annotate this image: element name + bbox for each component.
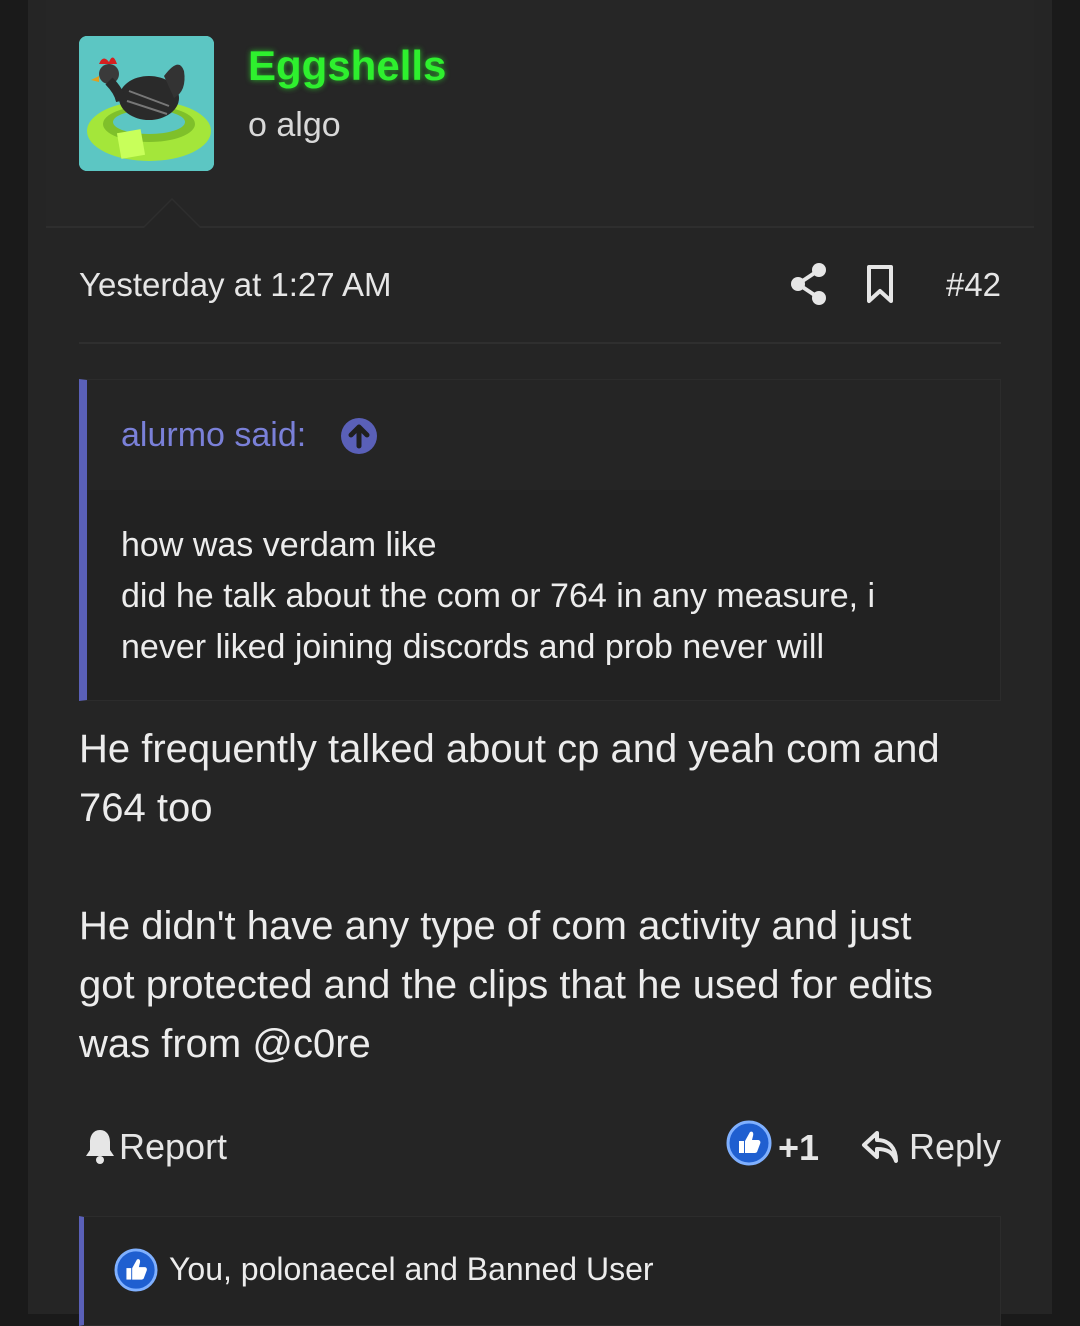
quote-author[interactable]: alurmo said: [121, 416, 306, 455]
thumbs-up-icon [114, 1248, 158, 1292]
quote-body: how was verdam like did he talk about th… [121, 520, 981, 673]
report-button[interactable]: Report [85, 1126, 227, 1168]
user-title: o algo [248, 106, 341, 144]
reply-button[interactable]: Reply [861, 1126, 1001, 1168]
like-count[interactable]: +1 [778, 1127, 819, 1169]
message-line: got protected and the clips that he used… [79, 963, 933, 1007]
report-label: Report [119, 1126, 228, 1167]
post-user-header: Eggshells o algo [46, 0, 1034, 228]
quote-line: did he talk about the com or 764 in any … [121, 577, 876, 615]
avatar-image [79, 36, 214, 171]
bookmark-icon[interactable] [865, 264, 895, 304]
message-line: He frequently talked about cp and yeah c… [79, 727, 940, 771]
reply-label: Reply [908, 1126, 1001, 1167]
message-line: 764 too [79, 786, 213, 830]
reactions-list[interactable]: You, polonaecel and Banned User [169, 1251, 654, 1288]
bell-icon [85, 1128, 115, 1164]
reactions-bar[interactable]: You, polonaecel and Banned User [79, 1216, 1001, 1326]
reply-icon [861, 1130, 899, 1164]
meta-divider [79, 342, 1001, 344]
quote-block: alurmo said: how was verdam like did he … [79, 379, 1001, 701]
post-number[interactable]: #42 [946, 266, 1001, 304]
header-pointer [142, 198, 202, 228]
post-actions: Report +1 Reply [79, 1120, 1001, 1176]
message-line: He didn't have any type of com activity … [79, 904, 912, 948]
message-line: was from @c0re [79, 1022, 371, 1066]
share-icon[interactable] [789, 262, 829, 306]
post-date[interactable]: Yesterday at 1:27 AM [79, 266, 392, 304]
go-to-quote-icon[interactable] [340, 417, 378, 455]
avatar[interactable] [79, 36, 214, 171]
post-message: He frequently talked about cp and yeah c… [79, 720, 1009, 1133]
message-paragraph: He didn't have any type of com activity … [79, 897, 1009, 1074]
quote-header: alurmo said: [87, 380, 1000, 490]
thumbs-up-icon [726, 1120, 772, 1166]
quote-line: how was verdam like [121, 526, 437, 564]
message-paragraph: He frequently talked about cp and yeah c… [79, 720, 1009, 838]
quote-line: never liked joining discords and prob ne… [121, 628, 825, 666]
like-button[interactable] [726, 1120, 772, 1170]
post-container: Eggshells o algo Yesterday at 1:27 AM #4… [28, 0, 1052, 1326]
post-meta-bar: Yesterday at 1:27 AM #42 [79, 262, 1001, 306]
username[interactable]: Eggshells [248, 42, 446, 90]
